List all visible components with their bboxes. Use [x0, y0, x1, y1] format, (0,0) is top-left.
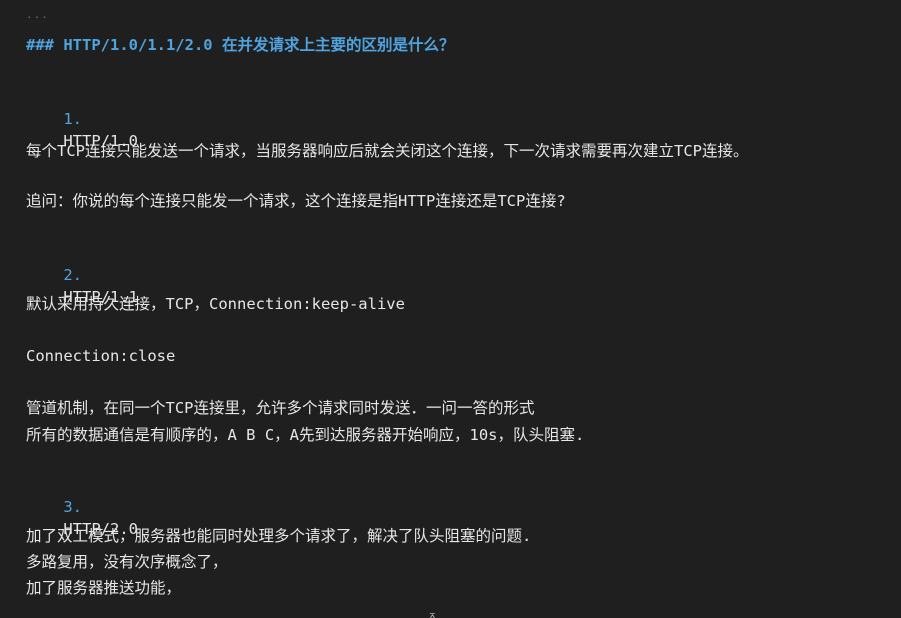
paragraph-multiplexing: 多路复用，没有次序概念了， [26, 553, 228, 571]
list-number: 3. [63, 498, 92, 516]
text-cursor-icon: ⌅ [429, 608, 436, 618]
markdown-editor[interactable]: ... ### HTTP/1.0/1.1/2.0 在并发请求上主要的区别是什么？… [0, 0, 901, 618]
paragraph-follow-up-question: 追问：你说的每个连接只能发一个请求，这个连接是指HTTP连接还是TCP连接? [26, 192, 566, 210]
fold-marker[interactable]: ... [26, 8, 49, 21]
list-number: 1. [63, 110, 92, 128]
list-item-http20: 3. HTTP/2.0 [26, 474, 138, 562]
paragraph-server-push: 加了服务器推送功能， [26, 579, 182, 597]
paragraph-pipelining: 管道机制，在同一个TCP连接里，允许多个请求同时发送．一问一答的形式 [26, 399, 535, 417]
paragraph-duplex: 加了双工模式，服务器也能同时处理多个请求了，解决了队头阻塞的问题. [26, 527, 532, 545]
list-number: 2. [63, 266, 92, 284]
paragraph-connection-close: Connection:close [26, 347, 176, 365]
paragraph-keep-alive: 默认采用持久连接，TCP，Connection:keep-alive [26, 295, 405, 313]
paragraph-http10-desc: 每个TCP连接只能发送一个请求，当服务器响应后就会关闭这个连接，下一次请求需要再… [26, 142, 749, 160]
heading-line: ### HTTP/1.0/1.1/2.0 在并发请求上主要的区别是什么？ [26, 36, 455, 54]
list-item-http11: 2. HTTP/1.1 [26, 242, 138, 330]
paragraph-head-of-line: 所有的数据通信是有顺序的，A B C，A先到达服务器开始响应，10s，队头阻塞. [26, 426, 585, 444]
